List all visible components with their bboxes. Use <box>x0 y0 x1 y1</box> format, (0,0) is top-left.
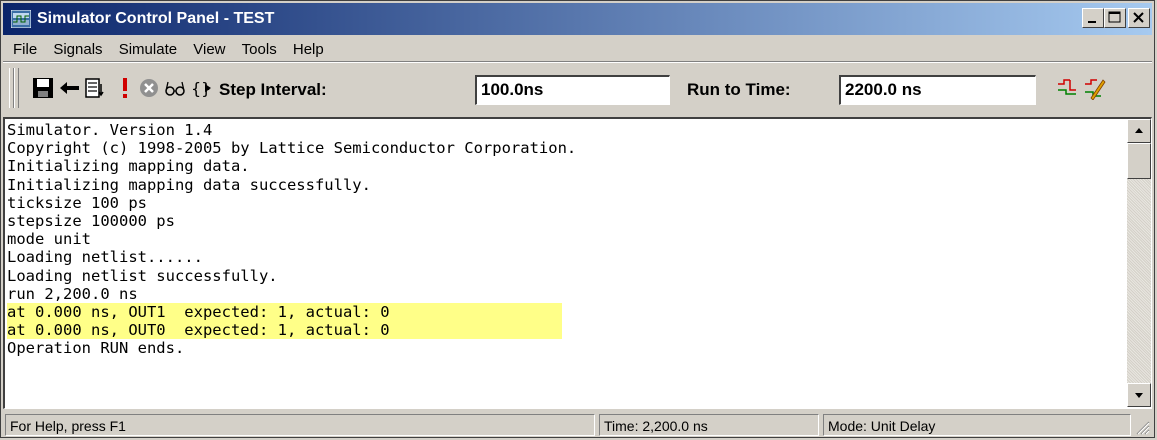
run-to-time-label: Run to Time: <box>687 80 791 99</box>
minimize-icon <box>1088 21 1096 23</box>
status-bar: For Help, press F1 Time: 2,200.0 ns Mode… <box>3 411 1152 437</box>
arrow-up-icon <box>1135 128 1143 133</box>
toolbar: {} Step Interval: 100.0ns Run to Time: 2… <box>3 64 1152 114</box>
step-interval-input[interactable]: 100.0ns <box>475 75 670 105</box>
maximize-button[interactable] <box>1104 8 1126 28</box>
menu-help[interactable]: Help <box>287 37 330 58</box>
menu-tools[interactable]: Tools <box>236 37 283 58</box>
log-line: Initializing mapping data successfully. <box>7 175 371 194</box>
log-line: Simulator. Version 1.4 <box>7 121 213 139</box>
stop-icon[interactable] <box>137 76 161 100</box>
maximize-icon <box>1108 11 1121 23</box>
menu-simulate[interactable]: Simulate <box>113 37 183 58</box>
scroll-down-button[interactable] <box>1127 383 1151 407</box>
back-arrow-icon[interactable] <box>57 76 81 100</box>
minimize-button[interactable] <box>1082 8 1104 28</box>
scroll-up-button[interactable] <box>1127 119 1151 143</box>
waveform-edit-icon[interactable] <box>1083 76 1107 100</box>
menu-signals[interactable]: Signals <box>47 37 108 58</box>
menu-bar: File Signals Simulate View Tools Help <box>3 37 1152 61</box>
run-to-time-input[interactable]: 2200.0 ns <box>839 75 1036 105</box>
log-line: run 2,200.0 ns <box>7 284 138 303</box>
glasses-icon[interactable] <box>163 76 187 100</box>
save-icon[interactable] <box>31 76 55 100</box>
run-exclamation-icon[interactable] <box>113 76 137 100</box>
app-icon <box>11 10 31 28</box>
log-line: Loading netlist...... <box>7 248 203 267</box>
log-line: stepsize 100000 ps <box>7 212 175 231</box>
window-title: Simulator Control Panel - TEST <box>37 10 275 27</box>
status-help: For Help, press F1 <box>5 414 595 436</box>
log-line: ticksize 100 ps <box>7 193 147 212</box>
toolbar-grip-2[interactable] <box>14 68 19 108</box>
menu-file[interactable]: File <box>3 37 43 58</box>
step-interval-label: Step Interval: <box>219 80 327 99</box>
arrow-down-icon <box>1135 393 1143 398</box>
log-line-error: at 0.000 ns, OUT1 expected: 1, actual: 0 <box>7 303 562 322</box>
output-log[interactable]: Simulator. Version 1.4 Copyright (c) 199… <box>3 117 1152 409</box>
status-time: Time: 2,200.0 ns <box>599 414 819 436</box>
close-icon <box>1133 12 1144 23</box>
title-bar[interactable]: Simulator Control Panel - TEST <box>3 3 1152 35</box>
menu-separator <box>3 61 1152 63</box>
simulator-window: Simulator Control Panel - TEST File Sign… <box>0 0 1155 438</box>
log-line: Copyright (c) 1998-2005 by Lattice Semic… <box>7 139 577 158</box>
waveform-icon[interactable] <box>1056 76 1080 100</box>
vertical-scrollbar[interactable] <box>1127 119 1151 407</box>
log-line: mode unit <box>7 230 91 249</box>
scroll-thumb[interactable] <box>1127 143 1151 179</box>
list-step-icon[interactable] <box>83 76 107 100</box>
status-mode: Mode: Unit Delay <box>823 414 1131 436</box>
resize-grip-icon[interactable] <box>1134 419 1150 435</box>
menu-view[interactable]: View <box>187 37 231 58</box>
log-line: Loading netlist successfully. <box>7 266 278 285</box>
close-button[interactable] <box>1128 8 1150 28</box>
log-line: Initializing mapping data. <box>7 157 250 176</box>
log-line: Operation RUN ends. <box>7 339 185 358</box>
log-lines: Simulator. Version 1.4 Copyright (c) 199… <box>7 121 1125 358</box>
log-line-error: at 0.000 ns, OUT0 expected: 1, actual: 0 <box>7 321 562 340</box>
step-into-icon[interactable]: {} <box>189 76 213 100</box>
